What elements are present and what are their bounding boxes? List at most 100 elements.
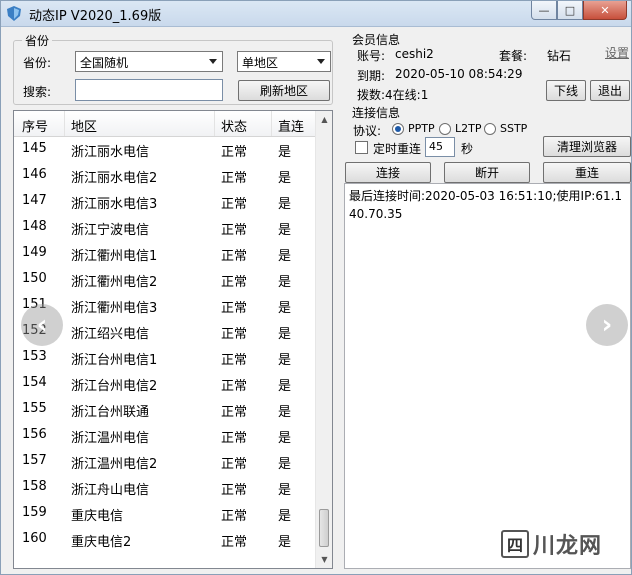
row-region: 重庆电信 <box>71 509 124 524</box>
search-input[interactable] <box>75 79 223 101</box>
table-row[interactable]: 149 浙江衢州电信1 正常 是 <box>14 241 315 267</box>
timer-reconnect-checkbox[interactable] <box>355 141 368 154</box>
province-label: 省份: <box>23 56 52 70</box>
row-region: 浙江丽水电信3 <box>71 197 158 212</box>
connection-log[interactable]: 最后连接时间:2020-05-03 16:51:10;使用IP:61.140.7… <box>344 183 631 569</box>
table-row[interactable]: 159 重庆电信 正常 是 <box>14 501 315 527</box>
disconnect-button[interactable]: 断开 <box>444 162 530 183</box>
protocol-option-pptp[interactable]: PPTP <box>408 122 435 135</box>
table-row[interactable]: 148 浙江宁波电信 正常 是 <box>14 215 315 241</box>
row-id: 153 <box>22 349 47 364</box>
row-region: 浙江台州电信1 <box>71 353 158 368</box>
table-row[interactable]: 158 浙江舟山电信 正常 是 <box>14 475 315 501</box>
prev-slide-button[interactable]: ‹ <box>21 304 63 346</box>
chevron-left-icon: ‹ <box>36 310 48 340</box>
header-direct[interactable]: 直连 <box>278 116 304 135</box>
table-row[interactable]: 154 浙江台州电信2 正常 是 <box>14 371 315 397</box>
list-scrollbar[interactable]: ▲ ▼ <box>315 111 332 568</box>
maximize-button[interactable]: □ <box>557 1 583 20</box>
reconnect-button[interactable]: 重连 <box>543 162 631 183</box>
member-group-title: 会员信息 <box>349 31 404 48</box>
row-direct: 是 <box>278 301 292 316</box>
chevron-down-icon <box>209 59 217 64</box>
row-direct: 是 <box>278 353 292 368</box>
row-region: 浙江温州电信2 <box>71 457 158 472</box>
chevron-down-icon <box>317 59 325 64</box>
table-row[interactable]: 157 浙江温州电信2 正常 是 <box>14 449 315 475</box>
table-row[interactable]: 160 重庆电信2 正常 是 <box>14 527 315 553</box>
region-list[interactable]: 序号 地区 状态 直连 145 浙江丽水电信 正常是 146 浙江丽水电信2 正常是 147… <box>13 110 333 569</box>
header-region[interactable]: 地区 <box>71 116 97 135</box>
shield-icon <box>7 6 21 21</box>
row-id: 145 <box>22 141 47 156</box>
table-row[interactable]: 155 浙江台州联通 正常 是 <box>14 397 315 423</box>
row-region: 浙江舟山电信 <box>71 483 150 498</box>
row-status: 正常 <box>221 197 248 212</box>
row-direct: 是 <box>278 405 292 420</box>
row-direct: 是 <box>278 509 292 524</box>
protocol-option-l2tp[interactable]: L2TP <box>455 122 481 135</box>
row-direct: 是 <box>278 379 292 394</box>
protocol-radio-pptp[interactable] <box>392 123 404 135</box>
row-id: 149 <box>22 245 47 260</box>
minimize-button[interactable]: — <box>531 1 557 20</box>
province-group-title: 省份 <box>22 32 53 49</box>
timer-unit-label: 秒 <box>461 142 474 156</box>
row-region: 浙江衢州电信1 <box>71 249 158 264</box>
scroll-down-icon[interactable]: ▼ <box>316 551 332 568</box>
table-row[interactable]: 156 浙江温州电信 正常 是 <box>14 423 315 449</box>
scroll-thumb[interactable] <box>319 509 329 547</box>
row-status: 正常 <box>221 457 248 472</box>
row-direct: 是 <box>278 431 292 446</box>
plan-label: 套餐: <box>499 49 528 63</box>
table-row[interactable]: 145 浙江丽水电信 正常 是 <box>14 137 315 163</box>
refresh-region-button[interactable]: 刷新地区 <box>238 80 330 101</box>
scroll-up-icon[interactable]: ▲ <box>316 111 332 128</box>
row-status: 正常 <box>221 379 248 394</box>
list-rows: 145 浙江丽水电信 正常是 146 浙江丽水电信2 正常是 147 浙江丽水电信3 正常是 14… <box>14 137 315 553</box>
protocol-radio-l2tp[interactable] <box>439 123 451 135</box>
row-id: 157 <box>22 453 47 468</box>
header-status[interactable]: 状态 <box>221 116 247 135</box>
province-select[interactable]: 全国随机 <box>75 51 223 72</box>
row-id: 146 <box>22 167 47 182</box>
row-status: 正常 <box>221 431 248 446</box>
expiry-label: 到期: <box>357 69 386 83</box>
table-row[interactable]: 150 浙江衢州电信2 正常 是 <box>14 267 315 293</box>
connection-group-title: 连接信息 <box>349 104 404 121</box>
close-button[interactable]: ✕ <box>583 1 627 20</box>
row-id: 148 <box>22 219 47 234</box>
list-header: 序号 地区 状态 直连 <box>14 111 315 137</box>
protocol-option-sstp[interactable]: SSTP <box>500 122 527 135</box>
row-region: 浙江温州电信 <box>71 431 150 446</box>
row-id: 158 <box>22 479 47 494</box>
row-id: 150 <box>22 271 47 286</box>
exit-button[interactable]: 退出 <box>590 80 630 101</box>
clear-browser-button[interactable]: 清理浏览器 <box>543 136 631 157</box>
row-status: 正常 <box>221 223 248 238</box>
table-row[interactable]: 153 浙江台州电信1 正常 是 <box>14 345 315 371</box>
row-region: 浙江绍兴电信 <box>71 327 150 342</box>
dial-online-text: 拨数:4在线:1 <box>357 88 429 102</box>
table-row[interactable]: 147 浙江丽水电信3 正常 是 <box>14 189 315 215</box>
window-title: 动态IP V2020_1.69版 <box>29 9 162 24</box>
app-window: 动态IP V2020_1.69版 — □ ✕ 省份 省份: 全国随机 单地区 搜… <box>0 0 632 575</box>
row-region: 重庆电信2 <box>71 535 132 550</box>
connect-button[interactable]: 连接 <box>345 162 431 183</box>
row-status: 正常 <box>221 405 248 420</box>
header-divider <box>64 111 65 136</box>
row-region: 浙江台州联通 <box>71 405 150 420</box>
row-region: 浙江台州电信2 <box>71 379 158 394</box>
title-bar[interactable]: 动态IP V2020_1.69版 — □ ✕ <box>1 1 631 27</box>
header-id[interactable]: 序号 <box>22 116 48 135</box>
row-status: 正常 <box>221 275 248 290</box>
timer-reconnect-label[interactable]: 定时重连 <box>373 140 421 157</box>
timer-seconds-input[interactable]: 45 <box>425 137 455 157</box>
province-select-value: 全国随机 <box>80 56 129 70</box>
logout-button[interactable]: 下线 <box>546 80 586 101</box>
next-slide-button[interactable]: › <box>586 304 628 346</box>
table-row[interactable]: 146 浙江丽水电信2 正常 是 <box>14 163 315 189</box>
settings-link[interactable]: 设置 <box>605 44 629 61</box>
region-mode-select[interactable]: 单地区 <box>237 51 331 72</box>
protocol-radio-sstp[interactable] <box>484 123 496 135</box>
